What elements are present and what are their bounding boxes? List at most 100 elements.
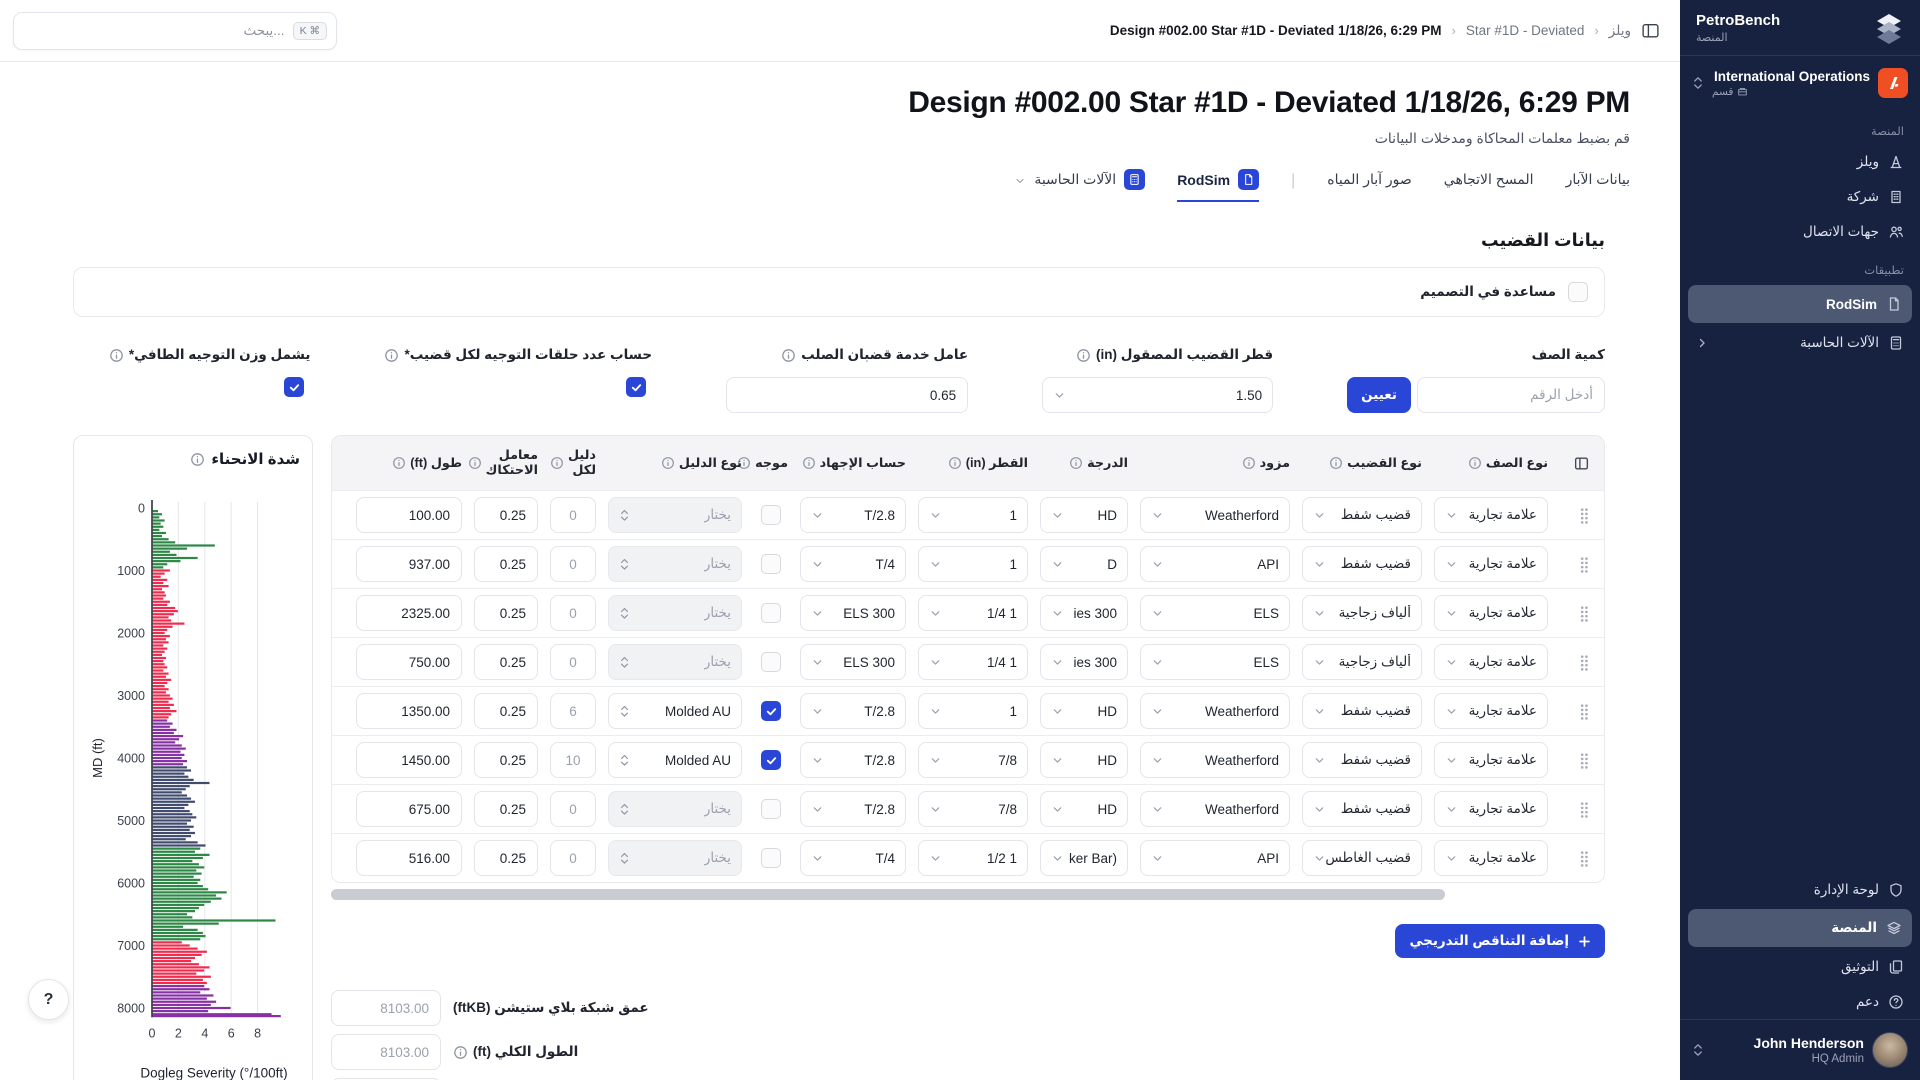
length-input[interactable]: 937.00 bbox=[356, 546, 462, 582]
rod-type-select[interactable]: قضيب شفط bbox=[1302, 497, 1422, 533]
guide-type-select[interactable]: يختار bbox=[608, 791, 742, 827]
drag-handle-icon[interactable] bbox=[1579, 703, 1590, 720]
sidebar-item-لوحة-الإدارة[interactable]: لوحة الإدارة bbox=[1680, 872, 1920, 907]
supplier-select[interactable]: Weatherford bbox=[1140, 497, 1290, 533]
guides-per-input[interactable]: 0 bbox=[550, 791, 596, 827]
sidebar-item-التوثيق[interactable]: التوثيق bbox=[1680, 949, 1920, 984]
tab-بيانات-الآبار[interactable]: بيانات الآبار bbox=[1566, 171, 1630, 200]
guided-checkbox[interactable] bbox=[761, 554, 781, 574]
guided-checkbox[interactable] bbox=[761, 799, 781, 819]
guide-type-select[interactable]: يختار bbox=[608, 546, 742, 582]
diameter-select[interactable]: 1 bbox=[918, 546, 1028, 582]
length-input[interactable]: 2325.00 bbox=[356, 595, 462, 631]
add-taper-button[interactable]: إضافة التناقص التدريجي bbox=[1395, 924, 1605, 958]
rod-type-select[interactable]: قضيب شفط bbox=[1302, 742, 1422, 778]
info-icon[interactable] bbox=[468, 456, 482, 470]
sidebar-item-شركة[interactable]: شركة bbox=[1680, 179, 1920, 214]
drag-handle-icon[interactable] bbox=[1579, 556, 1590, 573]
supplier-select[interactable]: Weatherford bbox=[1140, 791, 1290, 827]
stress-calc-select[interactable]: ELS 300 bbox=[800, 595, 906, 631]
diameter-select[interactable]: 1/2 1 bbox=[918, 840, 1028, 876]
sidebar-item-جهات-الاتصال[interactable]: جهات الاتصال bbox=[1680, 214, 1920, 249]
supplier-select[interactable]: Weatherford bbox=[1140, 693, 1290, 729]
column-settings-icon[interactable] bbox=[1573, 455, 1590, 472]
row-type-select[interactable]: علامة تجارية bbox=[1434, 595, 1548, 631]
rod-type-select[interactable]: ألياف زجاجية bbox=[1302, 644, 1422, 680]
supplier-select[interactable]: ELS bbox=[1140, 644, 1290, 680]
guided-checkbox[interactable] bbox=[761, 848, 781, 868]
tab-المسح-الاتجاهي[interactable]: المسح الاتجاهي bbox=[1444, 171, 1534, 200]
service-factor-input[interactable]: 0.65 bbox=[726, 377, 968, 413]
rod-type-select[interactable]: قضيب الغاطس bbox=[1302, 840, 1422, 876]
guide-type-select[interactable]: يختار bbox=[608, 595, 742, 631]
length-input[interactable]: 100.00 bbox=[356, 497, 462, 533]
diameter-select[interactable]: 7/8 bbox=[918, 742, 1028, 778]
friction-input[interactable]: 0.25 bbox=[474, 742, 538, 778]
guides-per-input[interactable]: 10 bbox=[550, 742, 596, 778]
guided-checkbox[interactable] bbox=[761, 701, 781, 721]
row-type-select[interactable]: علامة تجارية bbox=[1434, 497, 1548, 533]
guide-type-select[interactable]: Molded AU bbox=[608, 742, 742, 778]
info-icon[interactable] bbox=[661, 456, 675, 470]
guided-checkbox[interactable] bbox=[761, 652, 781, 672]
sidebar-item-دعم[interactable]: دعم bbox=[1680, 984, 1920, 1019]
breadcrumb-item[interactable]: ويلز bbox=[1609, 23, 1631, 39]
search-input[interactable]: يبحث... ⌘ K bbox=[13, 12, 337, 50]
org-switcher[interactable]: International Operations قسم bbox=[1680, 56, 1920, 110]
sidebar-item-RodSim[interactable]: RodSim bbox=[1688, 285, 1912, 323]
polished-rod-diameter-select[interactable]: 1.50 bbox=[1042, 377, 1273, 413]
table-scrollbar-thumb[interactable] bbox=[331, 889, 1445, 900]
info-icon[interactable] bbox=[781, 348, 796, 363]
grade-select[interactable]: ies 300 bbox=[1040, 595, 1128, 631]
tab-صور-آبار-المياه[interactable]: صور آبار المياه bbox=[1327, 171, 1412, 200]
grade-select[interactable]: ker Bar) bbox=[1040, 840, 1128, 876]
drag-handle-icon[interactable] bbox=[1579, 507, 1590, 524]
row-quantity-input[interactable]: أدخل الرقم bbox=[1417, 377, 1605, 413]
row-type-select[interactable]: علامة تجارية bbox=[1434, 693, 1548, 729]
guided-checkbox[interactable] bbox=[761, 603, 781, 623]
drag-handle-icon[interactable] bbox=[1579, 654, 1590, 671]
grade-select[interactable]: HD bbox=[1040, 742, 1128, 778]
info-icon[interactable] bbox=[1076, 348, 1091, 363]
length-input[interactable]: 516.00 bbox=[356, 840, 462, 876]
stress-calc-select[interactable]: T/4 bbox=[800, 840, 906, 876]
total-field-input[interactable]: 8103.00 bbox=[331, 1034, 441, 1070]
friction-input[interactable]: 0.25 bbox=[474, 497, 538, 533]
friction-input[interactable]: 0.25 bbox=[474, 791, 538, 827]
set-button[interactable]: تعيين bbox=[1347, 377, 1411, 413]
grade-select[interactable]: HD bbox=[1040, 693, 1128, 729]
tab-الآلات-الحاسبة[interactable]: الآلات الحاسبة bbox=[1014, 169, 1145, 202]
row-type-select[interactable]: علامة تجارية bbox=[1434, 644, 1548, 680]
guides-per-input[interactable]: 0 bbox=[550, 497, 596, 533]
grade-select[interactable]: HD bbox=[1040, 497, 1128, 533]
stress-calc-select[interactable]: T/4 bbox=[800, 546, 906, 582]
guided-checkbox[interactable] bbox=[761, 750, 781, 770]
info-icon[interactable] bbox=[109, 348, 124, 363]
info-icon[interactable] bbox=[802, 456, 816, 470]
length-input[interactable]: 1450.00 bbox=[356, 742, 462, 778]
sidebar-item-الآلات-الحاسبة[interactable]: الآلات الحاسبة bbox=[1680, 325, 1920, 360]
total-field-input[interactable]: 8103.00 bbox=[331, 990, 441, 1026]
row-type-select[interactable]: علامة تجارية bbox=[1434, 840, 1548, 876]
friction-input[interactable]: 0.25 bbox=[474, 595, 538, 631]
guides-per-input[interactable]: 0 bbox=[550, 595, 596, 631]
sidebar-item-المنصة[interactable]: المنصة bbox=[1688, 909, 1912, 947]
stress-calc-select[interactable]: ELS 300 bbox=[800, 644, 906, 680]
guides-per-input[interactable]: 0 bbox=[550, 546, 596, 582]
row-type-select[interactable]: علامة تجارية bbox=[1434, 791, 1548, 827]
friction-input[interactable]: 0.25 bbox=[474, 693, 538, 729]
length-input[interactable]: 1350.00 bbox=[356, 693, 462, 729]
guides-per-input[interactable]: 6 bbox=[550, 693, 596, 729]
guides-per-input[interactable]: 0 bbox=[550, 840, 596, 876]
design-assist-checkbox[interactable] bbox=[1568, 282, 1588, 302]
info-icon[interactable] bbox=[1242, 456, 1256, 470]
rod-type-select[interactable]: قضيب شفط bbox=[1302, 791, 1422, 827]
rod-type-select[interactable]: قضيب شفط bbox=[1302, 693, 1422, 729]
supplier-select[interactable]: Weatherford bbox=[1140, 742, 1290, 778]
tab-rodsim[interactable]: RodSim bbox=[1177, 169, 1259, 202]
info-icon[interactable] bbox=[1468, 456, 1482, 470]
row-type-select[interactable]: علامة تجارية bbox=[1434, 742, 1548, 778]
info-icon[interactable] bbox=[948, 456, 962, 470]
supplier-select[interactable]: API bbox=[1140, 840, 1290, 876]
panel-toggle-icon[interactable] bbox=[1641, 21, 1660, 40]
